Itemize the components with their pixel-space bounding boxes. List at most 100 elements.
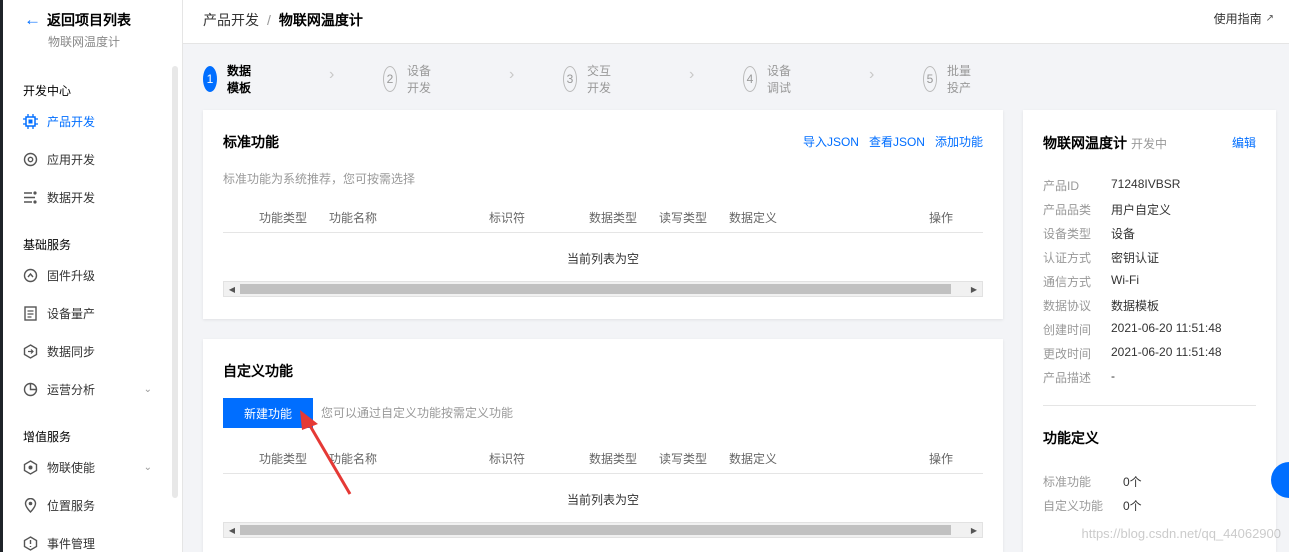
back-to-projects-link[interactable]: ← 返回项目列表 xyxy=(24,10,131,30)
edit-link[interactable]: 编辑 xyxy=(1232,134,1256,151)
table-horizontal-scrollbar[interactable]: ◀ ▶ xyxy=(223,281,983,297)
function-count-row: 自定义功能 0个 xyxy=(1043,497,1142,514)
scroll-thumb[interactable] xyxy=(240,284,951,294)
sidebar-edge-bar xyxy=(0,62,3,552)
sidebar-item-location[interactable]: 位置服务 xyxy=(22,495,152,515)
info-key: 设备类型 xyxy=(1043,227,1092,241)
sidebar-scrollbar[interactable] xyxy=(172,66,178,498)
scroll-right-icon[interactable]: ▶ xyxy=(966,282,982,296)
info-row: 产品品类 用户自定义 xyxy=(1043,201,1171,218)
view-json-link[interactable]: 查看JSON xyxy=(869,133,925,150)
external-link-icon: ↗ xyxy=(1265,13,1274,24)
step-data-template[interactable]: 1 数据模板 xyxy=(203,62,251,96)
sidebar-item-label: 位置服务 xyxy=(47,498,96,513)
info-value: 2021-06-20 11:51:48 xyxy=(1111,321,1222,335)
function-count-row: 标准功能 0个 xyxy=(1043,473,1142,490)
sidebar-item-app-dev[interactable]: 应用开发 xyxy=(22,149,152,169)
analytics-icon xyxy=(22,381,39,398)
user-guide-label: 使用指南 xyxy=(1213,12,1262,26)
arrow-left-icon: ← xyxy=(24,10,41,29)
info-key: 产品品类 xyxy=(1043,203,1092,217)
product-info-card: 物联网温度计 开发中 编辑 产品ID 71248IVBSR 产品品类 用户自定义 设… xyxy=(1023,110,1276,552)
info-row: 数据协议 数据模板 xyxy=(1043,297,1159,314)
sidebar-product-name: 物联网温度计 xyxy=(48,35,121,49)
sidebar-item-mass-production[interactable]: 设备量产 xyxy=(22,303,152,323)
sidebar-item-data-sync[interactable]: 数据同步 xyxy=(22,341,152,361)
step-number: 4 xyxy=(743,66,757,92)
product-info-title: 物联网温度计 开发中 xyxy=(1043,133,1167,153)
step-device-debug[interactable]: 4 设备调试 xyxy=(743,62,791,96)
breadcrumb: 产品开发 / 物联网温度计 xyxy=(203,10,363,30)
step-label: 数据模板 xyxy=(227,64,252,95)
breadcrumb-product-dev[interactable]: 产品开发 xyxy=(203,10,259,30)
col-function-type: 功能类型 xyxy=(259,211,308,225)
user-guide-link[interactable]: 使用指南 ↗ xyxy=(1214,10,1274,27)
divider xyxy=(1043,405,1256,406)
info-row: 通信方式 Wi-Fi xyxy=(1043,273,1139,290)
standard-functions-actions: 导入JSON 查看JSON 添加功能 xyxy=(803,133,983,150)
section-title-value-added: 增值服务 xyxy=(23,430,72,444)
section-title-basic-services: 基础服务 xyxy=(23,238,72,252)
step-label: 设备开发 xyxy=(407,64,432,95)
sidebar-item-label: 物联使能 xyxy=(47,460,96,475)
col-rw-type: 读写类型 xyxy=(659,211,708,225)
col-identifier: 标识符 xyxy=(489,211,526,225)
location-icon xyxy=(22,497,39,514)
app-icon xyxy=(22,151,39,168)
info-value: 设备 xyxy=(1111,227,1136,241)
step-device-dev[interactable]: 2 设备开发 xyxy=(383,62,431,96)
sidebar-item-label: 事件管理 xyxy=(47,536,96,551)
sidebar-item-label: 应用开发 xyxy=(47,152,96,167)
col-data-definition: 数据定义 xyxy=(729,452,778,466)
col-identifier: 标识符 xyxy=(489,452,526,466)
sidebar-item-label: 产品开发 xyxy=(47,114,96,129)
chevron-right-icon: › xyxy=(869,66,875,83)
function-count-key: 自定义功能 xyxy=(1043,499,1104,513)
info-value: Wi-Fi xyxy=(1111,273,1139,287)
custom-functions-hint: 您可以通过自定义功能按需定义功能 xyxy=(321,406,514,420)
new-function-button[interactable]: 新建功能 xyxy=(223,398,313,428)
sidebar-item-analytics[interactable]: 运营分析 ⌄ xyxy=(22,379,152,399)
sidebar-item-product-dev[interactable]: 产品开发 xyxy=(22,111,152,131)
empty-list-text: 当前列表为空 xyxy=(566,493,639,507)
sidebar-item-label: 设备量产 xyxy=(47,306,96,321)
scroll-left-icon[interactable]: ◀ xyxy=(224,523,240,537)
col-function-name: 功能名称 xyxy=(329,452,378,466)
document-icon xyxy=(22,305,39,322)
step-number: 3 xyxy=(563,66,577,92)
sidebar-item-event-mgmt[interactable]: 事件管理 xyxy=(22,533,152,552)
info-value: 密钥认证 xyxy=(1111,251,1160,265)
chevron-right-icon: › xyxy=(329,66,335,83)
info-value: 71248IVBSR xyxy=(1111,177,1181,191)
step-label: 设备调试 xyxy=(767,64,792,95)
step-mass-production[interactable]: 5 批量投产 xyxy=(923,62,971,96)
sync-icon xyxy=(22,343,39,360)
scroll-right-icon[interactable]: ▶ xyxy=(966,523,982,537)
info-value: - xyxy=(1111,369,1115,383)
standard-functions-title: 标准功能 xyxy=(223,134,279,150)
scroll-left-icon[interactable]: ◀ xyxy=(224,282,240,296)
sidebar-item-iot-enable[interactable]: 物联使能 ⌄ xyxy=(22,457,152,477)
col-function-name: 功能名称 xyxy=(329,211,378,225)
function-count-key: 标准功能 xyxy=(1043,475,1092,489)
sidebar-item-data-dev[interactable]: 数据开发 xyxy=(22,187,152,207)
sidebar-item-firmware[interactable]: 固件升级 xyxy=(22,265,152,285)
product-status: 开发中 xyxy=(1131,137,1168,151)
add-function-link[interactable]: 添加功能 xyxy=(935,133,983,150)
sidebar: ← 返回项目列表 物联网温度计 开发中心 产品开发 应用开发 数据开发 基础服务… xyxy=(0,0,183,552)
import-json-link[interactable]: 导入JSON xyxy=(803,133,859,150)
info-key: 数据协议 xyxy=(1043,299,1092,313)
table-horizontal-scrollbar[interactable]: ◀ ▶ xyxy=(223,522,983,538)
function-count-value: 0个 xyxy=(1123,499,1142,513)
step-interaction-dev[interactable]: 3 交互开发 xyxy=(563,62,611,96)
info-row: 产品ID 71248IVBSR xyxy=(1043,177,1180,194)
info-value: 数据模板 xyxy=(1111,299,1160,313)
step-number: 5 xyxy=(923,66,937,92)
scroll-thumb[interactable] xyxy=(240,525,951,535)
sidebar-item-label: 运营分析 xyxy=(47,382,96,397)
info-key: 创建时间 xyxy=(1043,323,1092,337)
col-operation: 操作 xyxy=(929,211,954,225)
sidebar-edge xyxy=(0,0,3,62)
col-data-type: 数据类型 xyxy=(589,211,638,225)
info-row: 产品描述 - xyxy=(1043,369,1115,386)
